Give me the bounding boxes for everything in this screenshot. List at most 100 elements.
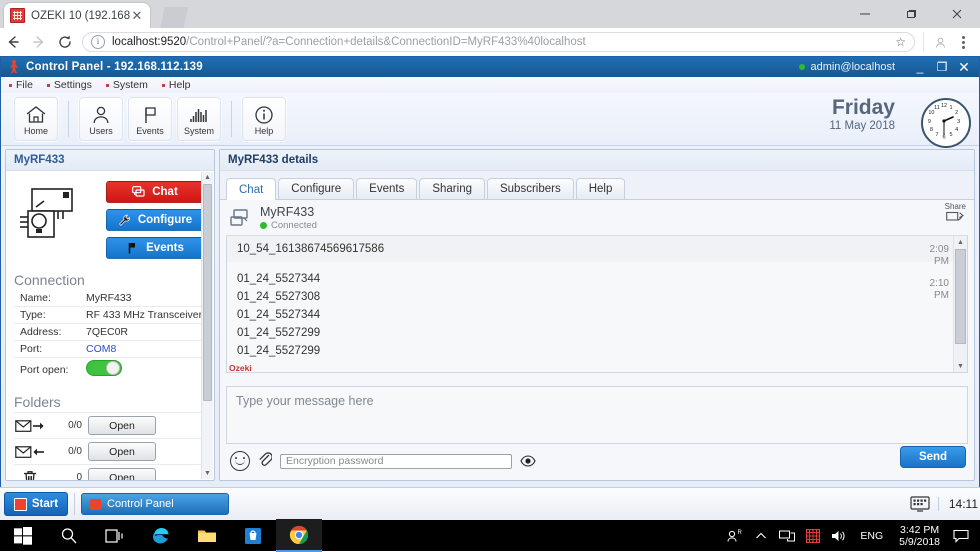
reload-icon[interactable] (52, 29, 78, 55)
scroll-up-icon[interactable]: ▲ (954, 236, 967, 248)
network-icon[interactable] (774, 520, 800, 551)
folder-row-trash: 0 Open (14, 464, 204, 480)
ozeki-clock: 14:11 (938, 497, 978, 511)
toolbar-events-button[interactable]: Events (127, 96, 173, 142)
message-item: 01_24_5527344 (227, 306, 953, 324)
tab-events[interactable]: Events (356, 178, 417, 199)
tab-subscribers[interactable]: Subscribers (487, 178, 574, 199)
maximize-icon[interactable] (888, 0, 934, 28)
edge-button[interactable] (138, 520, 184, 551)
chevron-up-icon[interactable] (748, 520, 774, 551)
tab-sharing[interactable]: Sharing (419, 178, 485, 199)
toolbar: Home Users Events (1, 93, 979, 146)
profile-icon[interactable] (923, 32, 950, 52)
toolbar-events-label: Events (136, 126, 164, 136)
notifications-icon[interactable] (948, 520, 974, 551)
connected-dot-icon (260, 222, 267, 229)
port-open-toggle[interactable] (86, 360, 122, 376)
new-tab-button[interactable] (158, 7, 188, 28)
window-close-button[interactable]: ✕ (953, 58, 975, 76)
monitor-icon[interactable] (910, 496, 930, 512)
ozeki-titlebar: Control Panel - 192.168.112.139 admin@lo… (1, 57, 979, 77)
toolbar-system-button[interactable]: System (176, 96, 222, 142)
folder-inbox-open-button[interactable]: Open (88, 442, 156, 461)
taskbar-item-control-panel[interactable]: Control Panel (81, 493, 229, 515)
message-scrollbar[interactable]: ▲ ▼ (953, 236, 967, 372)
ozeki-start-button[interactable]: Start (4, 492, 68, 516)
windows-clock[interactable]: 3:42 PM 5/9/2018 (891, 524, 948, 548)
volume-icon[interactable] (826, 520, 852, 551)
toolbar-users-button[interactable]: Users (78, 96, 124, 142)
connection-table: Name: MyRF433 Type: RF 433 MHz Transceiv… (14, 290, 204, 381)
sidebar-chat-label: Chat (152, 186, 178, 198)
tabstrip: OZEKI 10 (192.168.112.1 ✕ (0, 0, 840, 28)
control-panel-window: Control Panel - 192.168.112.139 admin@lo… (0, 56, 980, 488)
language-indicator[interactable]: ENG (852, 530, 891, 542)
window-minimize-button[interactable]: _ (909, 58, 931, 76)
scroll-down-icon[interactable]: ▼ (954, 360, 967, 372)
emoji-icon[interactable] (230, 451, 250, 471)
toolbar-home-label: Home (24, 126, 48, 136)
start-button[interactable] (0, 520, 46, 551)
chrome-button[interactable] (276, 519, 322, 552)
toolbar-help-button[interactable]: Help (241, 96, 287, 142)
browser-tab[interactable]: OZEKI 10 (192.168.112.1 ✕ (4, 3, 150, 28)
browser-menu-icon[interactable] (952, 31, 974, 53)
outbox-icon (14, 419, 46, 433)
scrollbar-thumb[interactable] (203, 184, 212, 401)
message-input[interactable]: Type your message here (226, 386, 968, 444)
sidebar-chat-button[interactable]: Chat (106, 181, 204, 203)
share-button[interactable]: Share (945, 202, 966, 226)
tab-chat[interactable]: Chat (226, 178, 276, 200)
chat-panel: MyRF433 Connected Share (226, 201, 968, 474)
window-body: MyRF433 (1, 146, 979, 487)
sidebar-scrollbar[interactable]: ▲ ▼ (201, 172, 213, 479)
sidebar-configure-button[interactable]: Configure (106, 209, 204, 231)
connection-name-label: Name: (14, 290, 86, 307)
menu-item-settings[interactable]: Settings (47, 79, 92, 91)
minimize-icon[interactable] (842, 0, 888, 28)
folder-outbox-open-button[interactable]: Open (88, 416, 156, 435)
store-button[interactable] (230, 520, 276, 551)
bookmark-star-icon[interactable]: ☆ (887, 35, 906, 49)
scroll-down-icon[interactable]: ▼ (202, 468, 213, 479)
explorer-button[interactable] (184, 520, 230, 551)
toolbar-home-button[interactable]: Home (13, 96, 59, 142)
encryption-password-input[interactable]: Encryption password (280, 454, 512, 469)
sidebar-events-button[interactable]: Events (106, 237, 204, 259)
menu-item-file[interactable]: File (9, 79, 33, 91)
current-user[interactable]: admin@localhost (799, 61, 895, 73)
folder-trash-open-button[interactable]: Open (88, 468, 156, 480)
port-open-label: Port open: (14, 358, 86, 382)
window-maximize-button[interactable]: ❐ (931, 58, 953, 76)
search-button[interactable] (46, 520, 92, 551)
ozeki-tray: 14:11 (910, 496, 980, 512)
tab-configure[interactable]: Configure (278, 178, 354, 199)
sidebar-top: Chat Configure Events (14, 179, 204, 259)
task-view-button[interactable] (92, 520, 138, 551)
svg-text:2: 2 (955, 110, 958, 116)
analog-clock-icon: 1212 345 678 91011 (921, 98, 971, 148)
close-icon[interactable] (934, 0, 980, 28)
attachment-icon[interactable] (258, 451, 272, 472)
tab-help[interactable]: Help (576, 178, 626, 199)
ozeki-watermark: Ozeki (229, 363, 252, 373)
table-row: Type: RF 433 MHz Transceiver (14, 307, 204, 324)
send-button[interactable]: Send (900, 446, 966, 468)
connection-port-value[interactable]: COM8 (86, 341, 204, 358)
sidebar-scroll-area: Chat Configure Events (6, 171, 214, 480)
menu-item-system[interactable]: System (106, 79, 148, 91)
sidebar-action-buttons: Chat Configure Events (106, 179, 204, 259)
sidebar: MyRF433 (5, 149, 215, 481)
menu-item-help[interactable]: Help (162, 79, 191, 91)
table-row: Name: MyRF433 (14, 290, 204, 307)
address-bar[interactable]: i localhost:9520/Control+Panel/?a=Connec… (82, 32, 915, 52)
scrollbar-thumb[interactable] (955, 249, 966, 344)
ozeki-tray-icon[interactable] (800, 520, 826, 551)
close-icon[interactable]: ✕ (130, 9, 144, 23)
show-password-icon[interactable] (520, 455, 534, 467)
connection-type-value: RF 433 MHz Transceiver (86, 307, 204, 324)
people-icon[interactable]: R (722, 520, 748, 551)
back-icon[interactable] (0, 29, 26, 55)
scroll-up-icon[interactable]: ▲ (202, 172, 213, 183)
